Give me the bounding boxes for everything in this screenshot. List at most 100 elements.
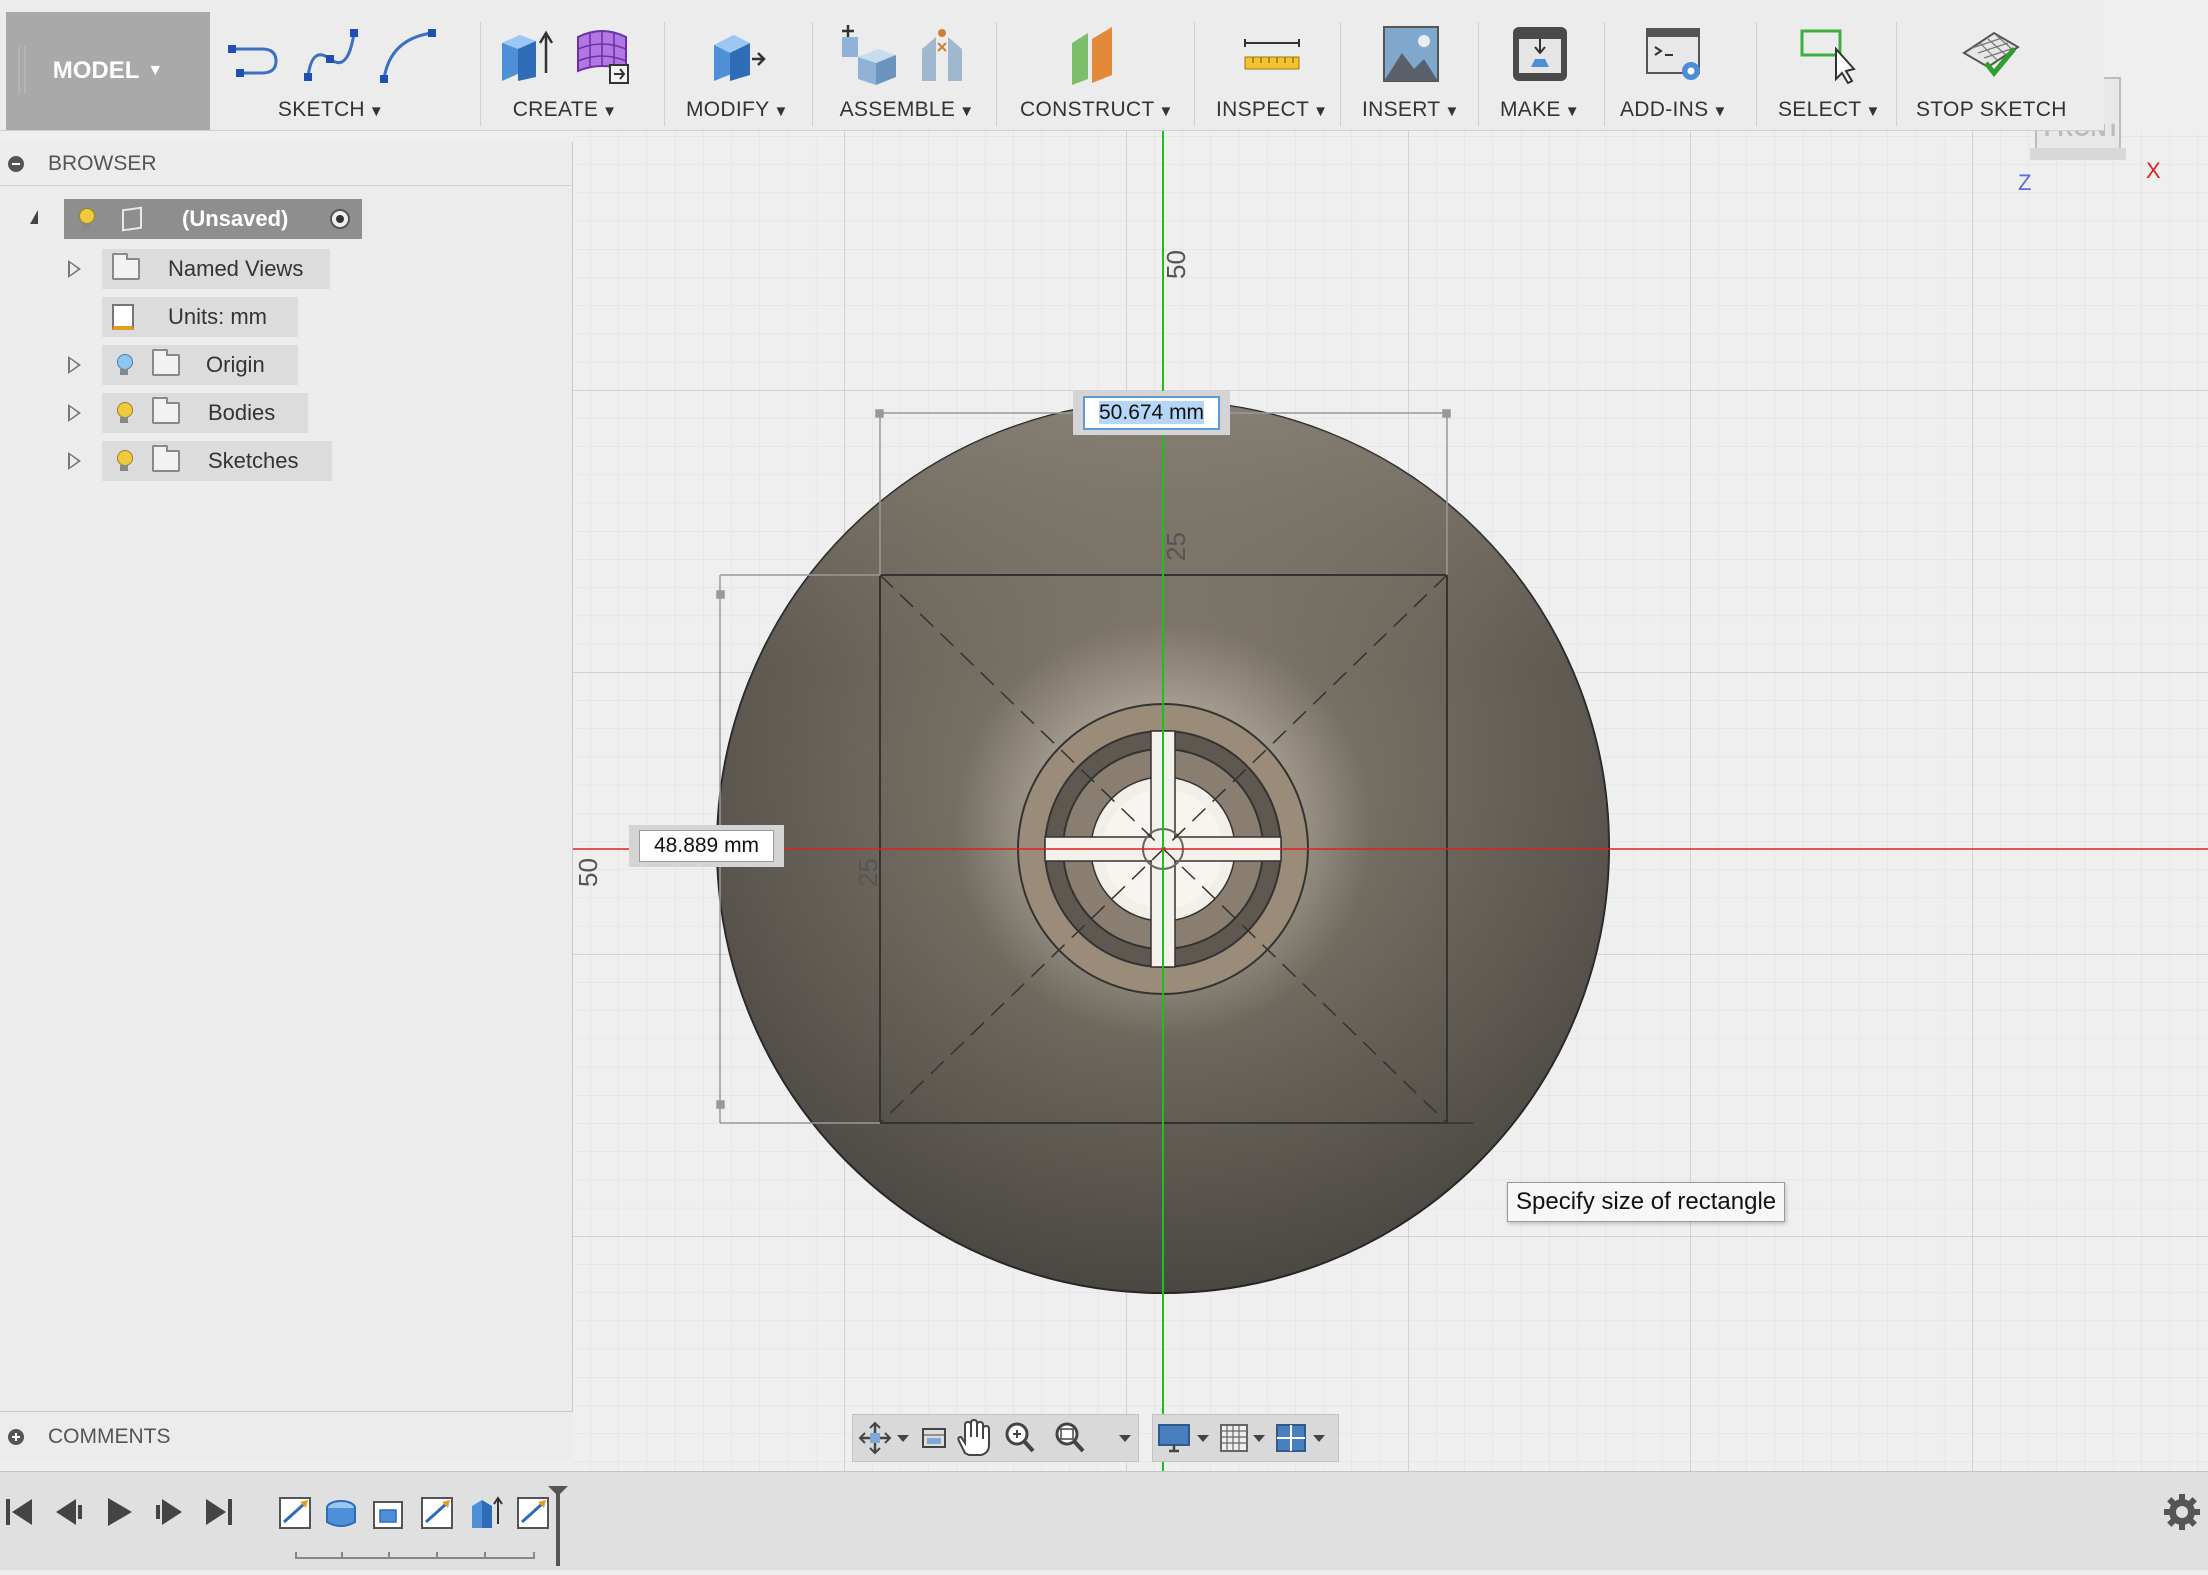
orbit-dropdown-icon[interactable] [897,1435,909,1442]
width-dimension-input[interactable]: 50.674 mm [1083,396,1221,430]
browser-item-sketches[interactable]: Sketches [102,441,332,481]
go-to-end-icon[interactable] [206,1499,232,1525]
sketch-group[interactable]: SKETCH ▼ [224,20,438,128]
expand-named-views-icon[interactable] [68,260,81,278]
browser-item-label: Named Views [168,256,304,281]
timeline-bar [0,1471,2208,1570]
caret-down-icon: ▼ [1444,103,1460,120]
modify-group[interactable]: MODIFY ▼ [686,20,789,128]
navigation-bar [852,1414,1339,1462]
viewports-icon[interactable] [1276,1424,1306,1452]
toolbar-grip-icon[interactable] [18,46,26,94]
comments-panel[interactable]: COMMENTS [0,1411,573,1462]
pan-icon[interactable] [957,1418,990,1456]
press-pull-icon[interactable] [706,23,768,85]
visibility-bulb-icon[interactable] [116,450,133,472]
assemble-group[interactable]: ASSEMBLE ▼ [838,20,976,128]
create-group[interactable]: CREATE ▼ [496,20,634,128]
arc-tool-icon[interactable] [376,23,438,85]
extrude-icon[interactable] [496,23,558,85]
play-icon[interactable] [108,1498,132,1526]
timeline-extrude-feature-icon[interactable] [373,1501,403,1529]
zoom-dropdown-icon[interactable] [1119,1435,1131,1442]
toolbar-divider [996,22,997,126]
stop-sketch-icon[interactable] [1960,23,2022,85]
select-icon[interactable] [1798,23,1860,85]
viewports-dropdown-icon[interactable] [1313,1435,1325,1442]
browser-item-units[interactable]: Units: mm [102,297,298,337]
expand-sketches-icon[interactable] [68,452,81,470]
fit-icon[interactable] [1055,1422,1085,1453]
line-tool-icon[interactable] [224,23,286,85]
zoom-icon[interactable] [1005,1422,1035,1453]
rectangle-size-tooltip: Specify size of rectangle [1507,1182,1786,1222]
look-at-icon[interactable] [922,1428,946,1448]
workspace-switcher[interactable]: MODEL ▼ [6,12,210,130]
grid-dropdown-icon[interactable] [1253,1435,1265,1442]
timeline-revolve-feature-icon[interactable] [326,1500,356,1527]
toolbar-divider [1340,22,1341,126]
construct-group[interactable]: CONSTRUCT ▼ [1020,20,1174,128]
browser-item-bodies[interactable]: Bodies [102,393,308,433]
insert-group[interactable]: INSERT ▼ [1362,20,1460,128]
inspect-group[interactable]: INSPECT ▼ [1216,20,1328,128]
caret-down-icon: ▼ [1712,103,1728,120]
form-icon[interactable] [572,23,634,85]
browser-item-label: Origin [206,352,265,377]
timeline-extrude-feature-icon[interactable] [472,1496,503,1528]
toolbar-divider [480,22,481,126]
collapse-icon[interactable] [8,155,24,172]
step-back-icon[interactable] [56,1499,82,1525]
insert-image-icon[interactable] [1380,23,1442,85]
browser-header[interactable]: BROWSER [0,142,573,186]
caret-down-icon: ▼ [1158,103,1174,120]
toolbar-divider [1756,22,1757,126]
expand-comments-icon[interactable] [8,1429,24,1445]
go-to-start-icon[interactable] [6,1499,32,1525]
expand-origin-icon[interactable] [68,356,81,374]
height-dimension-input[interactable]: 48.889 mm [639,830,775,862]
folder-icon [112,253,140,280]
caret-down-icon: ▼ [147,62,164,79]
height-dimension-box[interactable]: 48.889 mm [629,825,785,867]
caret-down-icon: ▼ [1313,103,1329,120]
width-dimension-box[interactable]: 50.674 mm [1073,391,1231,435]
orbit-icon[interactable] [858,1421,892,1455]
timeline-sketch-feature-icon[interactable] [421,1497,453,1529]
timeline-marker[interactable] [548,1486,568,1566]
addins-group[interactable]: ADD-INS ▼ [1620,20,1728,128]
timeline-sketch-feature-icon[interactable] [279,1497,311,1529]
stop-sketch-button[interactable]: STOP SKETCH [1916,20,2067,128]
browser-root-node[interactable]: (Unsaved) [64,199,362,239]
make-group[interactable]: MAKE ▼ [1500,20,1580,128]
caret-down-icon: ▼ [602,103,618,120]
viewport-svg[interactable]: 50 25 50 25 75 100 [0,131,2208,1471]
browser-item-origin[interactable]: Origin [102,345,298,385]
new-component-icon[interactable] [838,23,900,85]
measure-icon[interactable] [1241,23,1303,85]
make-group-label: MAKE [1500,98,1561,121]
visibility-bulb-icon[interactable] [116,402,133,424]
expand-bodies-icon[interactable] [68,404,81,422]
toolbar-divider [1896,22,1897,126]
grid-snaps-icon[interactable] [1220,1424,1248,1452]
modify-group-label: MODIFY [686,98,770,121]
assemble-group-label: ASSEMBLE [839,98,956,121]
design-canvas[interactable]: 50 25 50 25 75 100 50.674 mm 48.889 mm [0,131,2208,1471]
visibility-bulb-icon[interactable] [78,208,95,230]
root-expand-icon[interactable] [30,210,38,224]
timeline-settings-gear-icon[interactable] [2157,1487,2208,1538]
joint-icon[interactable] [914,23,976,85]
display-settings-icon[interactable] [1158,1424,1190,1453]
timeline-sketch-feature-icon[interactable] [517,1497,549,1529]
step-forward-icon[interactable] [156,1499,182,1525]
offset-plane-icon[interactable] [1066,23,1128,85]
spline-tool-icon[interactable] [300,23,362,85]
select-group[interactable]: SELECT ▼ [1778,20,1881,128]
browser-item-named-views[interactable]: Named Views [102,249,330,289]
3d-print-icon[interactable] [1509,23,1571,85]
scripts-addins-icon[interactable] [1643,23,1705,85]
activate-radio-icon[interactable] [330,209,350,229]
visibility-bulb-icon[interactable] [116,354,133,376]
display-dropdown-icon[interactable] [1197,1435,1209,1442]
